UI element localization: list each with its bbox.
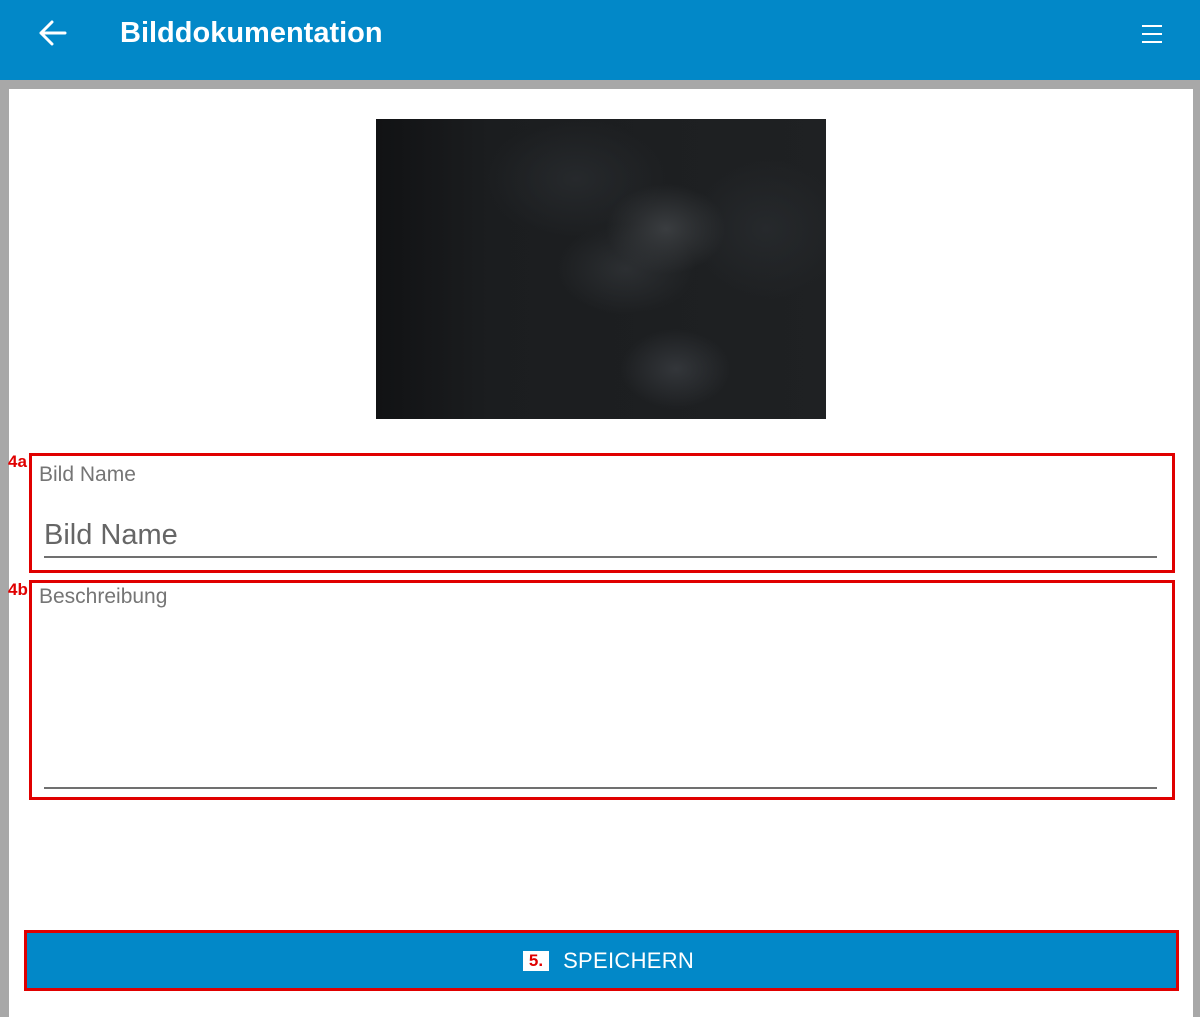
image-name-input[interactable] bbox=[44, 514, 1154, 556]
annotation-label-4a: 4a bbox=[8, 452, 27, 471]
page-title: Bilddokumentation bbox=[120, 17, 383, 49]
back-button[interactable] bbox=[30, 13, 76, 53]
annotation-badge-5: 5. bbox=[522, 950, 550, 971]
arrow-left-icon bbox=[39, 20, 67, 46]
image-name-underline bbox=[44, 556, 1157, 558]
save-button[interactable]: 5. SPEICHERN bbox=[24, 930, 1179, 991]
description-label: Beschreibung bbox=[39, 585, 168, 608]
annotation-label-4b: 4b bbox=[8, 580, 28, 599]
photo-preview bbox=[376, 119, 826, 419]
menu-button[interactable] bbox=[1132, 14, 1172, 54]
app-bar: Bilddokumentation bbox=[0, 0, 1200, 80]
save-button-label: SPEICHERN bbox=[563, 947, 695, 973]
hamburger-menu-icon bbox=[1142, 25, 1162, 43]
image-name-label: Bild Name bbox=[39, 463, 136, 486]
description-underline bbox=[44, 787, 1157, 789]
description-textarea[interactable] bbox=[44, 618, 1154, 786]
